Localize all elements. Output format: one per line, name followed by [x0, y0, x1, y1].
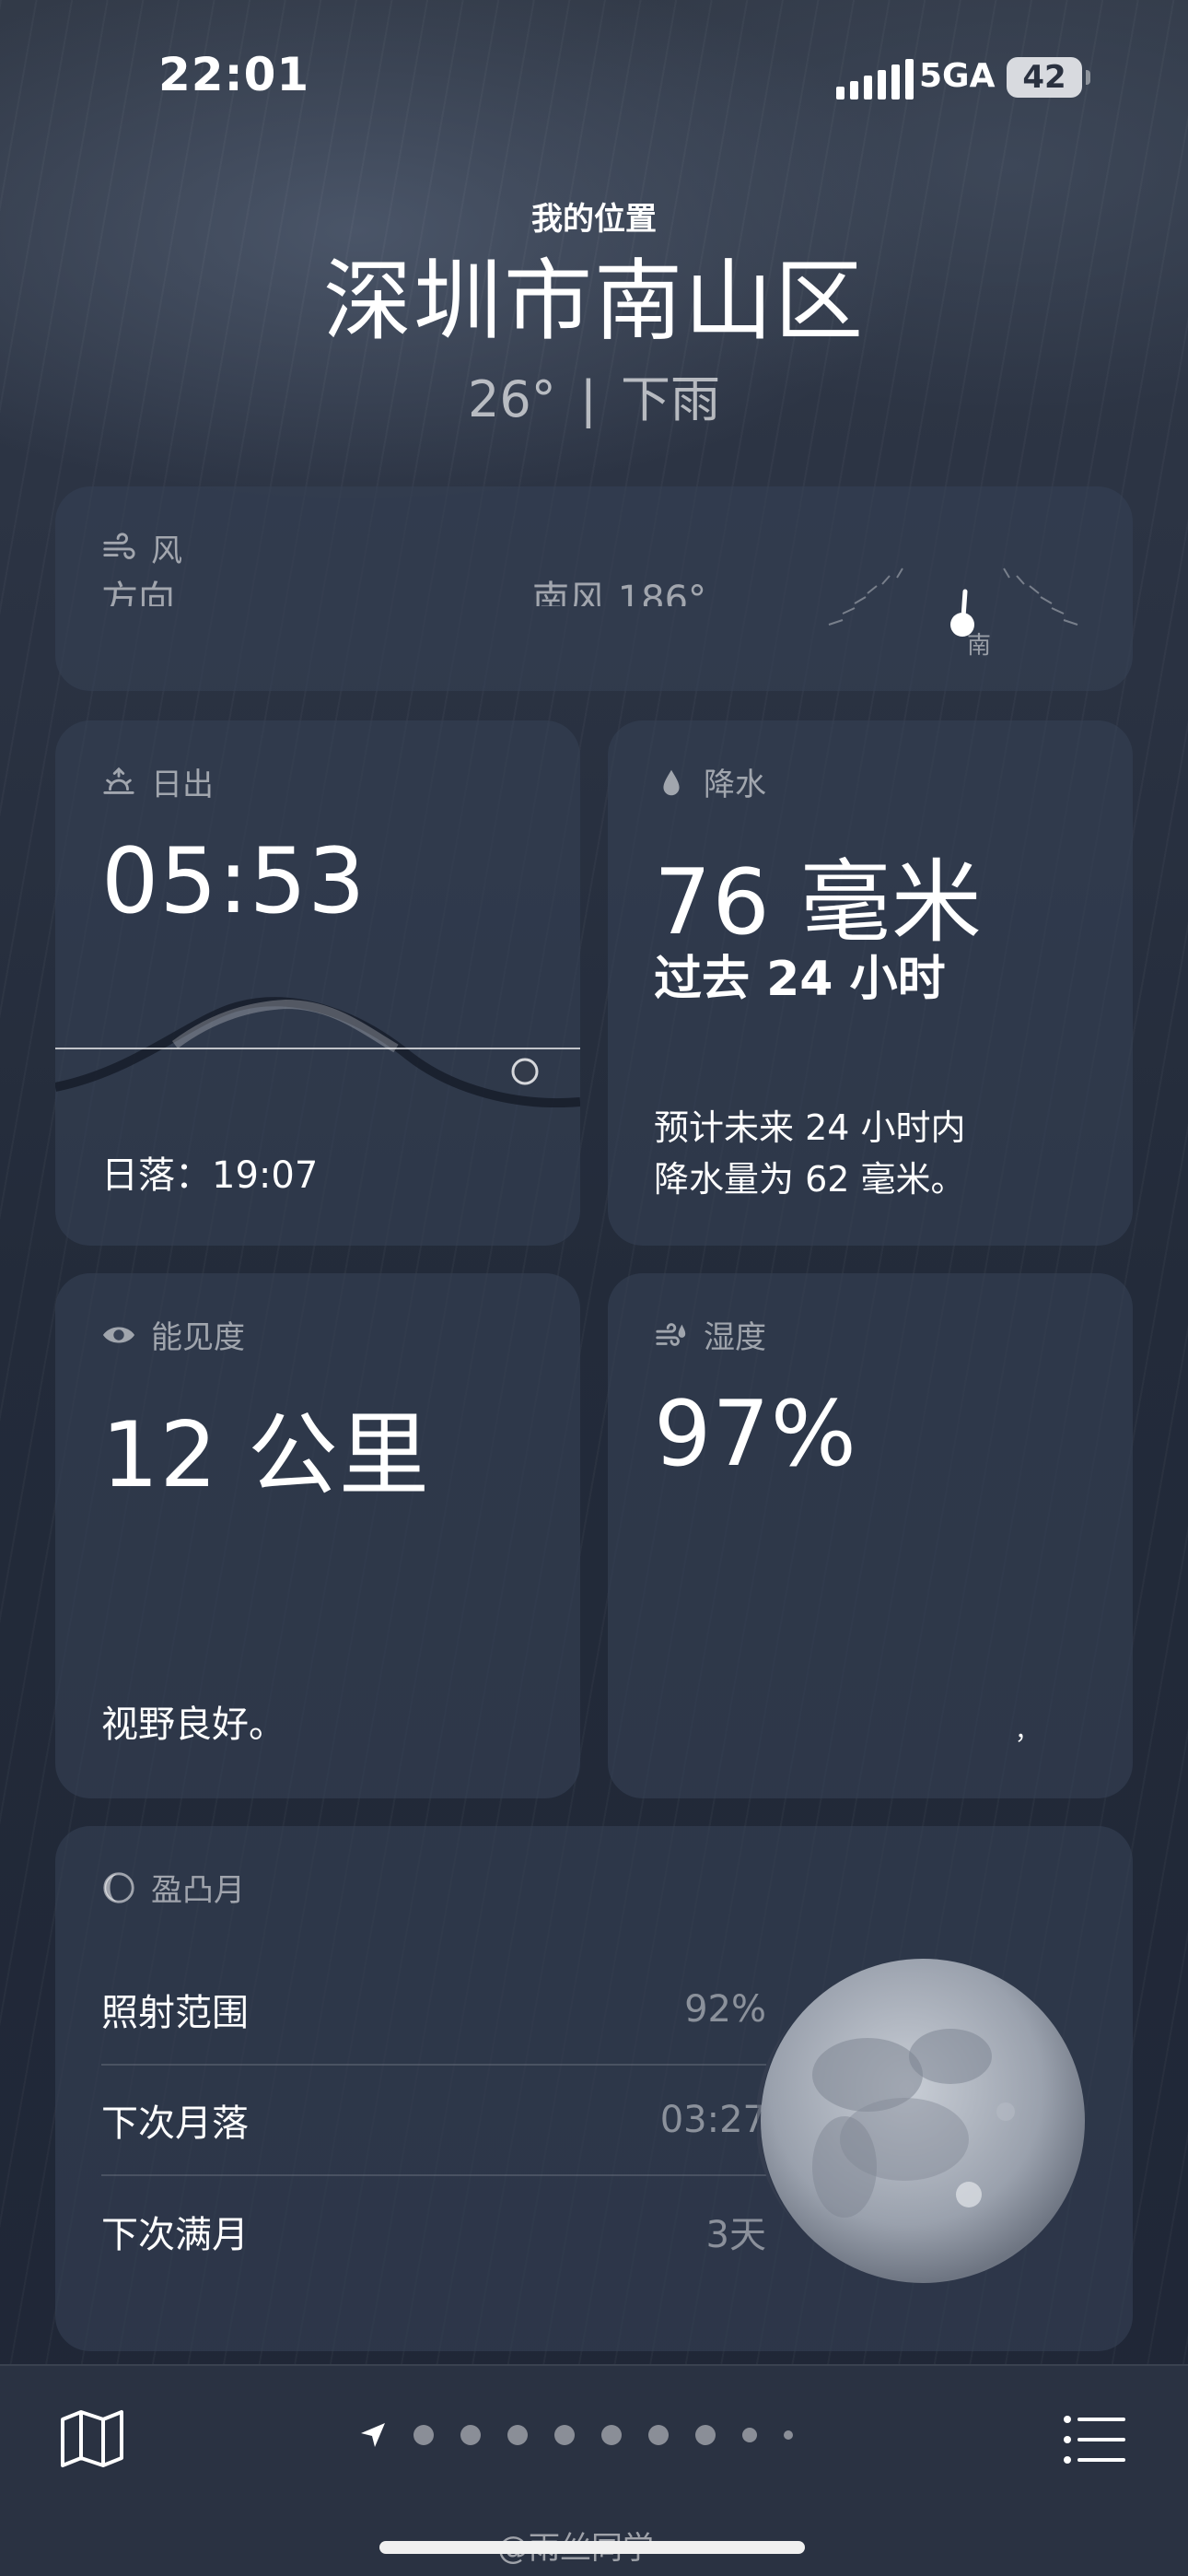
- visibility-description: 视野良好。: [101, 1704, 285, 1746]
- moon-row-illumination: 照射范围 92%: [101, 1955, 766, 2066]
- visibility-card[interactable]: 能见度 12 公里 视野良好。: [55, 1273, 580, 1798]
- page-dot[interactable]: [554, 2425, 575, 2445]
- status-bar: 22:01 5GA 42: [0, 0, 1188, 138]
- separator: |: [579, 370, 597, 428]
- precipitation-card[interactable]: 降水 76 毫米 过去 24 小时 预计未来 24 小时内 降水量为 62 毫米…: [608, 720, 1133, 1246]
- sunset-time: 日落：19:07: [101, 1154, 319, 1197]
- wind-direction-value: 南风 186°: [532, 579, 707, 606]
- sunrise-time: 05:53: [101, 829, 367, 934]
- precipitation-card-title: 降水: [654, 759, 766, 804]
- precipitation-forecast-line1: 预计未来 24 小时内: [654, 1107, 966, 1148]
- compass-mark: 南: [967, 632, 992, 660]
- location-header: 我的位置 深圳市南山区 26° | 下雨: [0, 193, 1188, 431]
- page-dot[interactable]: [742, 2428, 757, 2442]
- status-time: 22:01: [158, 48, 310, 101]
- moon-card-title: 盈凸月: [101, 1865, 245, 1910]
- sunrise-icon: [103, 767, 134, 794]
- moon-image: [757, 1959, 1085, 2283]
- battery-indicator: 42: [1007, 57, 1090, 98]
- current-condition: 下雨: [620, 370, 720, 428]
- page-dot[interactable]: [413, 2425, 434, 2445]
- page-dot[interactable]: [648, 2425, 669, 2445]
- precipitation-title: 降水: [704, 767, 766, 803]
- wind-card-title: 风: [101, 525, 182, 570]
- signal-icon: [836, 59, 914, 100]
- page-indicator[interactable]: [359, 2421, 793, 2449]
- wind-card[interactable]: 风 方向 南风 186° 南: [55, 486, 1133, 691]
- moon-row-label: 照射范围: [101, 1992, 249, 2034]
- moon-row-label: 下次满月: [101, 2214, 249, 2256]
- visibility-value: 12 公里: [101, 1403, 430, 1508]
- moon-row-value: 03:27: [659, 2099, 766, 2141]
- wind-direction-label: 方向: [101, 579, 175, 606]
- map-icon[interactable]: [59, 2408, 125, 2469]
- moon-row-next-moonset: 下次月落 03:27: [101, 2066, 766, 2176]
- home-indicator[interactable]: [379, 2541, 805, 2554]
- moon-title: 盈凸月: [151, 1872, 245, 1909]
- moon-row-next-full-moon: 下次满月 3天: [101, 2176, 766, 2287]
- page-dot[interactable]: [601, 2425, 622, 2445]
- page-dot[interactable]: [507, 2425, 528, 2445]
- location-label: 我的位置: [531, 201, 657, 238]
- raindrop-icon: [663, 769, 680, 795]
- sunrise-card[interactable]: 日出 05:53 日落：19:07: [55, 720, 580, 1246]
- visibility-title: 能见度: [151, 1319, 245, 1356]
- page-dot[interactable]: [784, 2430, 793, 2440]
- precipitation-period: 过去 24 小时: [654, 952, 946, 1007]
- humidity-icon: [656, 1322, 686, 1346]
- moon-row-label: 下次月落: [101, 2102, 249, 2145]
- sunrise-card-title: 日出: [101, 759, 214, 804]
- location-arrow-icon[interactable]: [359, 2421, 387, 2449]
- humidity-card[interactable]: 湿度 97% ，: [608, 1273, 1133, 1798]
- temperature-condition: 26° | 下雨: [0, 358, 1188, 431]
- moon-phase-icon: [103, 1871, 134, 1903]
- city-name: 深圳市南山区: [323, 250, 865, 353]
- wind-title: 风: [151, 533, 182, 569]
- wind-compass: 南: [801, 551, 1105, 660]
- wind-icon: [103, 532, 135, 559]
- list-icon[interactable]: [1063, 2414, 1127, 2465]
- page-dot[interactable]: [460, 2425, 481, 2445]
- humidity-value: 97%: [654, 1382, 857, 1487]
- precipitation-forecast-line2: 降水量为 62 毫米。: [654, 1159, 966, 1200]
- network-type: 5GA: [919, 57, 996, 95]
- sunrise-title: 日出: [151, 767, 214, 803]
- page-dot[interactable]: [695, 2425, 716, 2445]
- humidity-dew-note: ，: [1015, 1718, 1040, 1746]
- moon-card[interactable]: 盈凸月 照射范围 92% 下次月落 03:27 下次满月 3天: [55, 1826, 1133, 2351]
- moon-row-value: 92%: [684, 1988, 766, 2031]
- current-temperature: 26°: [468, 370, 556, 428]
- humidity-title: 湿度: [704, 1319, 766, 1356]
- humidity-card-title: 湿度: [654, 1312, 766, 1357]
- visibility-card-title: 能见度: [101, 1312, 245, 1357]
- sun-path-graph: [55, 997, 580, 1107]
- eye-icon: [102, 1326, 135, 1343]
